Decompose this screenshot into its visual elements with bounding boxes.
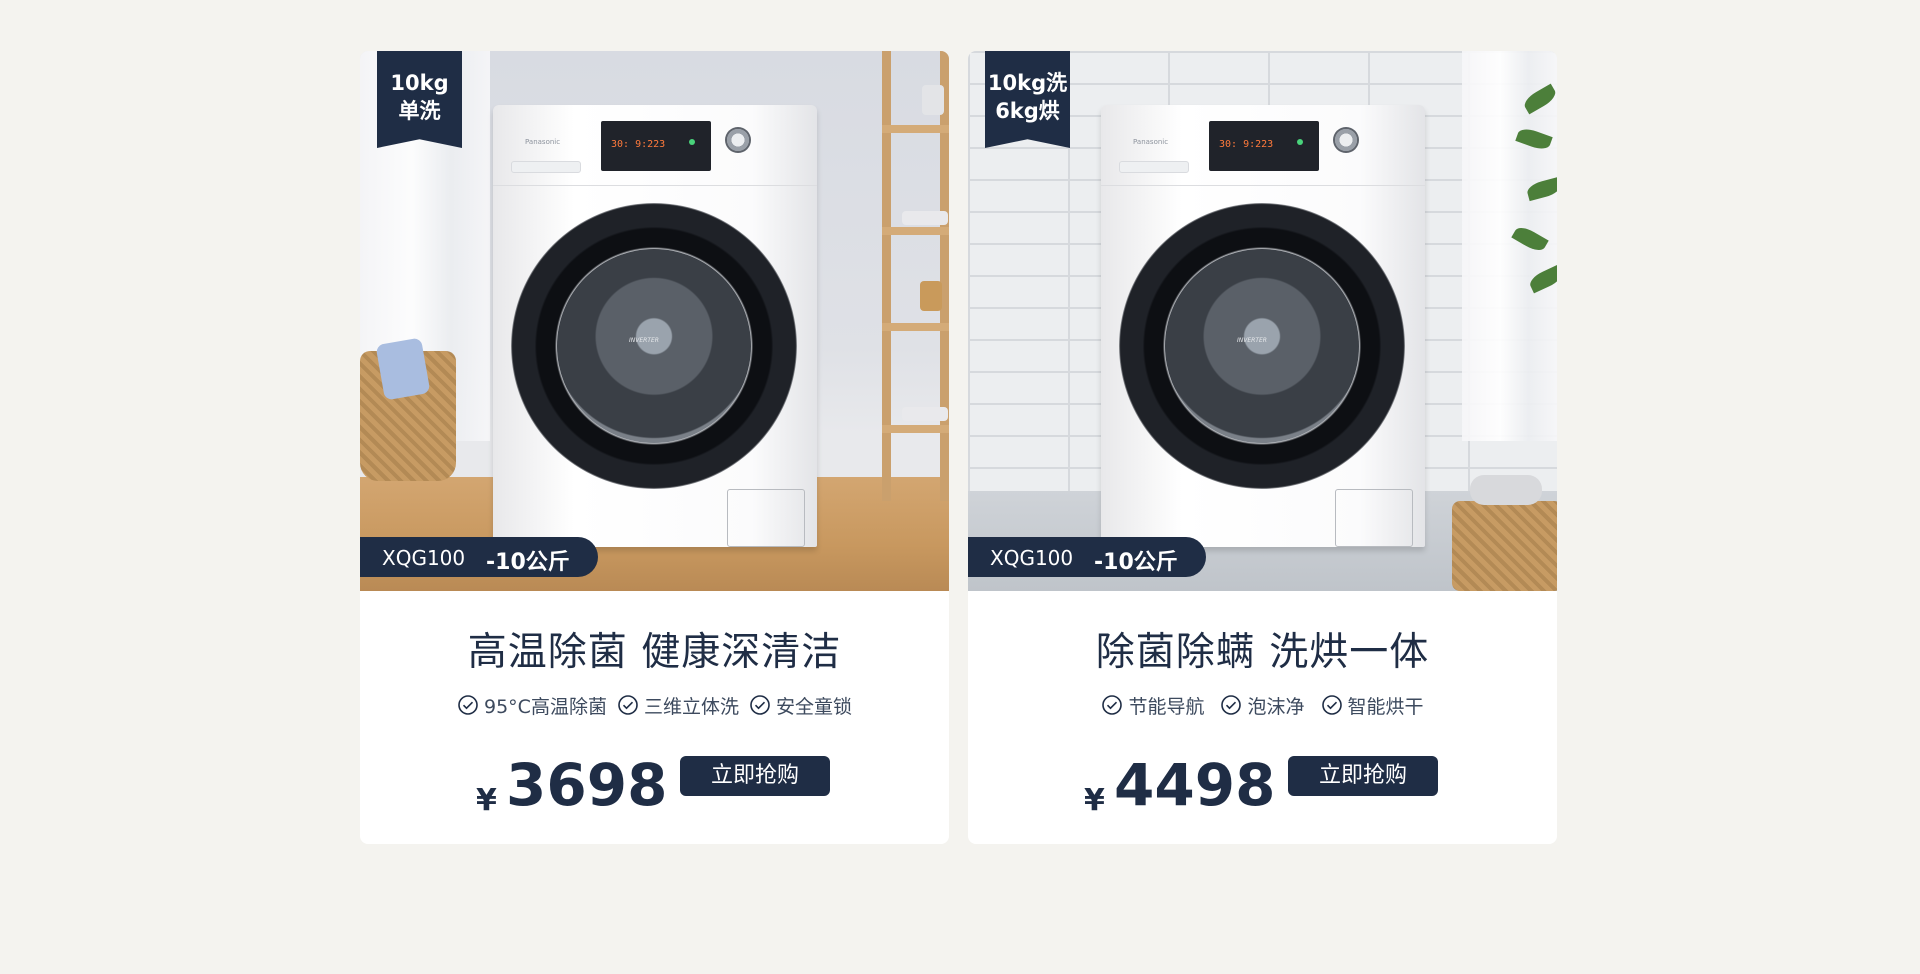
feature-label: 智能烘干 [1347, 695, 1424, 718]
detergent-drawer [1119, 161, 1189, 173]
capacity-ribbon-line-1: 10kg洗 [987, 71, 1068, 95]
capacity-ribbon-line-2: 单洗 [398, 99, 441, 123]
check-circle-icon [750, 695, 770, 715]
wooden-shelf [882, 51, 949, 501]
drum-label: INVERTER [1237, 337, 1267, 344]
buy-now-button[interactable]: 立即抢购 [1288, 756, 1438, 796]
product-headline[interactable]: 高温除菌 健康深清洁 [360, 621, 949, 677]
towel-basket [1452, 475, 1557, 591]
product-image[interactable]: Panasonic 30: 9:223 INVERTER 10kg洗 6kg烘 … [968, 51, 1557, 591]
model-capacity: -10公斤 [1094, 550, 1178, 575]
feature-item: 95°C高温除菌 [457, 692, 607, 719]
door-glass: INVERTER [557, 249, 751, 443]
plant [1487, 83, 1557, 391]
program-knob [1333, 127, 1359, 153]
check-circle-icon [618, 695, 638, 715]
filter-hatch [727, 489, 805, 547]
buy-now-button[interactable]: 立即抢购 [680, 756, 830, 796]
washer-display: 30: 9:223 [601, 121, 711, 171]
rolled-towels [1470, 475, 1542, 505]
check-circle-icon [1221, 695, 1242, 715]
check-circle-icon [1321, 695, 1342, 715]
program-knob [725, 127, 751, 153]
feature-list: 95°C高温除菌 三维立体洗 安全童锁 [360, 690, 949, 720]
washing-machine: Panasonic 30: 9:223 INVERTER [493, 105, 817, 547]
capacity-ribbon-line-2: 6kg烘 [995, 99, 1060, 123]
towel [375, 337, 431, 401]
washing-machine: Panasonic 30: 9:223 INVERTER [1101, 105, 1425, 547]
product-card-1[interactable]: Panasonic 30: 9:223 INVERTER 10kg 单洗 XQG… [360, 51, 949, 844]
feature-label: 节能导航 [1128, 695, 1205, 718]
feature-item: 泡沫净 [1220, 692, 1305, 719]
product-cards: Panasonic 30: 9:223 INVERTER 10kg 单洗 XQG… [360, 51, 1557, 844]
washer-brand-logo: Panasonic [1133, 138, 1169, 146]
drum-label: INVERTER [629, 337, 659, 344]
feature-label: 95°C高温除菌 [484, 695, 607, 718]
model-tag: XQG100 -10公斤 [968, 537, 1206, 577]
feature-item: 节能导航 [1101, 692, 1204, 719]
feature-item: 三维立体洗 [617, 692, 739, 719]
feature-item: 安全童锁 [749, 692, 852, 719]
model-code: XQG100 [382, 546, 466, 570]
washer-display: 30: 9:223 [1209, 121, 1319, 171]
currency-symbol: ¥ [476, 783, 497, 818]
product-headline[interactable]: 除菌除螨 洗烘一体 [968, 621, 1557, 677]
check-circle-icon [1102, 695, 1123, 715]
feature-item: 智能烘干 [1321, 692, 1424, 719]
currency-symbol: ¥ [1084, 783, 1105, 818]
laundry-basket [360, 337, 456, 481]
washer-display-readout: 30: 9:223 [611, 139, 666, 150]
product-card-2[interactable]: Panasonic 30: 9:223 INVERTER 10kg洗 6kg烘 … [968, 51, 1557, 844]
feature-label: 泡沫净 [1247, 695, 1305, 718]
price-value: 3698 [506, 751, 668, 819]
feature-label: 三维立体洗 [643, 695, 739, 718]
capacity-ribbon: 10kg 单洗 [377, 51, 462, 148]
model-capacity: -10公斤 [486, 550, 570, 575]
price-value: 4498 [1114, 751, 1276, 819]
detergent-drawer [511, 161, 581, 173]
model-tag: XQG100 -10公斤 [360, 537, 598, 577]
washer-display-readout: 30: 9:223 [1219, 139, 1274, 150]
door-glass: INVERTER [1165, 249, 1359, 443]
feature-list: 节能导航 泡沫净 智能烘干 [968, 690, 1557, 720]
feature-label: 安全童锁 [775, 695, 852, 718]
model-code: XQG100 [990, 546, 1074, 570]
washer-brand-logo: Panasonic [525, 138, 561, 146]
check-circle-icon [458, 695, 478, 715]
capacity-ribbon-line-1: 10kg [390, 71, 449, 95]
filter-hatch [1335, 489, 1413, 547]
product-image[interactable]: Panasonic 30: 9:223 INVERTER 10kg 单洗 XQG… [360, 51, 949, 591]
capacity-ribbon: 10kg洗 6kg烘 [985, 51, 1070, 148]
